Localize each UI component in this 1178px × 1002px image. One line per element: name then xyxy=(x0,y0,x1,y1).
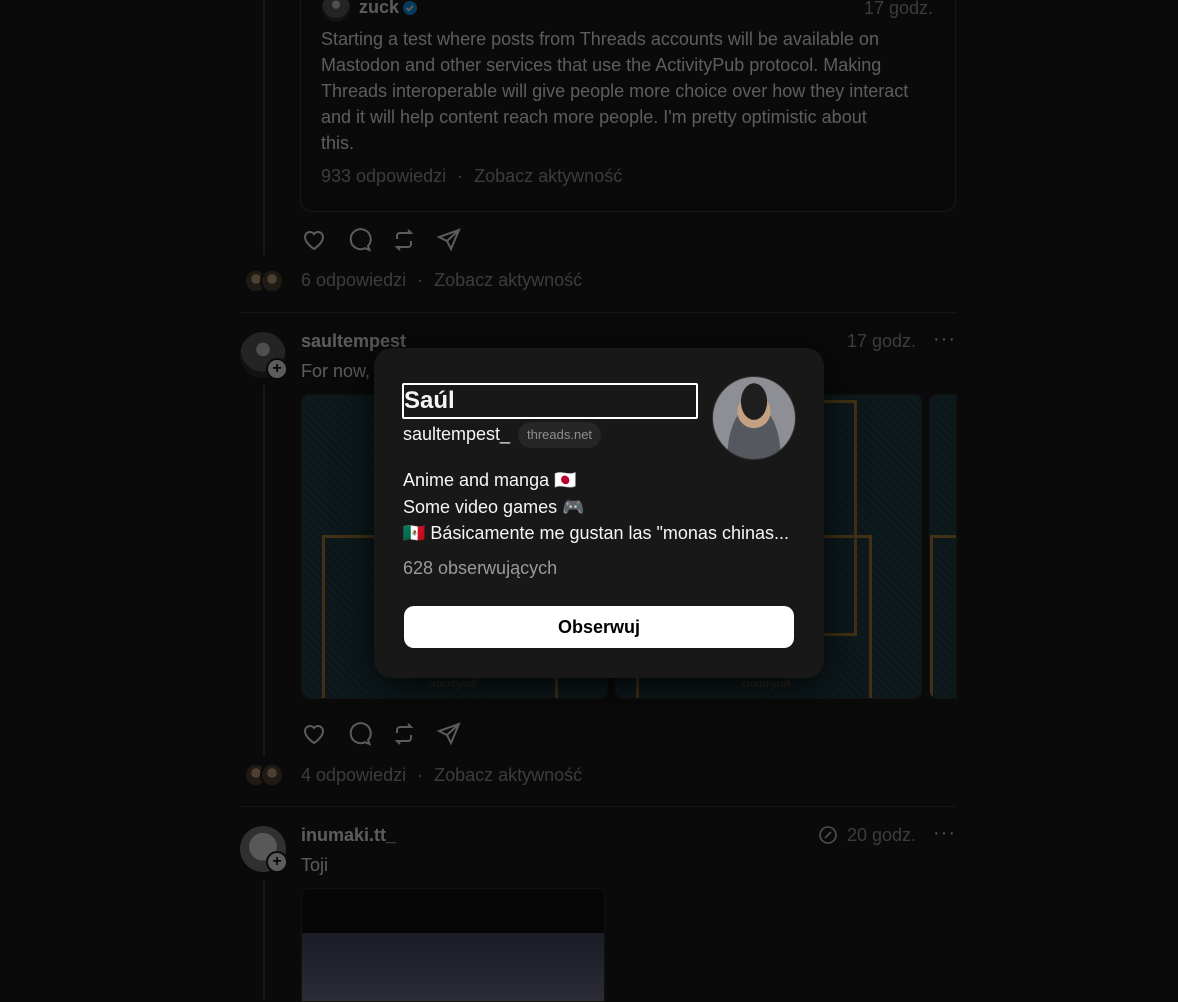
comment-icon xyxy=(349,722,372,746)
like-icon xyxy=(303,725,325,745)
quoted-post-activity-link[interactable]: Zobacz aktywność xyxy=(474,166,622,186)
separator: · xyxy=(417,765,424,785)
post1-footer: 6 odpowiedzi · Zobacz aktywność xyxy=(301,270,582,291)
followers-count[interactable]: 628 obserwujących xyxy=(403,558,557,579)
share-button[interactable] xyxy=(436,227,462,253)
video-frame xyxy=(302,933,604,1001)
divider xyxy=(240,312,956,313)
post1-activity-link[interactable]: Zobacz aktywność xyxy=(434,270,582,290)
edited-icon xyxy=(819,826,837,844)
host-badge[interactable]: threads.net xyxy=(518,422,602,448)
profile-bio-line: Some video games 🎮 xyxy=(403,497,585,517)
repost-button[interactable] xyxy=(391,721,417,747)
post2-time: 17 godz. xyxy=(847,331,917,351)
profile-handle: saultempest_ xyxy=(403,424,511,444)
post2-activity-link[interactable]: Zobacz aktywność xyxy=(434,765,582,785)
more-icon[interactable]: ··· xyxy=(933,328,956,351)
quoted-post-replies[interactable]: 933 odpowiedzi xyxy=(321,166,446,186)
share-icon xyxy=(436,228,461,252)
comment-icon xyxy=(349,228,372,252)
quoted-post-line: this. xyxy=(321,133,355,153)
quoted-post-time: 17 godz. xyxy=(864,0,934,18)
quoted-post-line: and it will help content reach more peop… xyxy=(321,107,867,127)
thread-line xyxy=(263,385,265,755)
quoted-post-text: Starting a test where posts from Threads… xyxy=(321,26,941,156)
post3-text: Toji xyxy=(301,855,329,875)
quoted-post-line: Starting a test where posts from Threads… xyxy=(321,29,879,49)
replier-avatar xyxy=(260,269,284,293)
follow-plus-icon[interactable]: + xyxy=(266,358,288,380)
share-icon xyxy=(436,722,461,746)
separator: · xyxy=(417,270,424,290)
share-button[interactable] xyxy=(436,721,462,747)
thread-line xyxy=(263,880,265,1000)
post3-video[interactable] xyxy=(301,888,605,1002)
comment-button[interactable] xyxy=(346,227,372,253)
profile-bio-line: Anime and manga 🇯🇵 xyxy=(403,470,577,490)
post2-text: For now, xyxy=(301,361,371,381)
post2-image[interactable] xyxy=(929,394,957,699)
divider xyxy=(240,806,956,807)
post1-replies[interactable]: 6 odpowiedzi xyxy=(301,270,406,290)
post2-footer: 4 odpowiedzi · Zobacz aktywność xyxy=(301,765,582,786)
comment-button[interactable] xyxy=(346,721,372,747)
quoted-post-line: Mastodon and other services that use the… xyxy=(321,55,882,75)
quoted-post-footer: 933 odpowiedzi · Zobacz aktywność xyxy=(321,166,622,187)
repost-icon xyxy=(394,723,414,745)
separator: · xyxy=(457,166,464,186)
thread-line xyxy=(263,0,265,255)
profile-avatar xyxy=(712,376,796,460)
verified-icon xyxy=(403,1,417,15)
follow-button[interactable]: Obserwuj xyxy=(404,606,794,648)
more-icon[interactable]: ··· xyxy=(933,822,956,845)
profile-hover-card: Saúl saultempest_ threads.net Anime and … xyxy=(374,348,824,678)
like-icon xyxy=(303,231,325,251)
like-button[interactable] xyxy=(301,721,327,747)
repost-icon xyxy=(394,229,414,251)
post2-replies[interactable]: 4 odpowiedzi xyxy=(301,765,406,785)
image-watermark: crunchyroll xyxy=(428,679,477,690)
replier-avatar xyxy=(260,763,284,787)
post3-time: 20 godz. xyxy=(847,825,917,845)
like-button[interactable] xyxy=(301,227,327,253)
profile-display-name[interactable]: Saúl xyxy=(402,383,698,419)
profile-bio-line: 🇲🇽 Básicamente me gustan las "monas chin… xyxy=(403,523,789,543)
post3-username[interactable]: inumaki.tt_ xyxy=(301,825,396,846)
repost-button[interactable] xyxy=(391,227,417,253)
quoted-post-username[interactable]: zuck xyxy=(359,0,399,18)
quoted-post-line: Threads interoperable will give people m… xyxy=(321,81,909,101)
follow-plus-icon[interactable]: + xyxy=(266,851,288,873)
image-watermark: crunchyroll xyxy=(742,679,791,690)
